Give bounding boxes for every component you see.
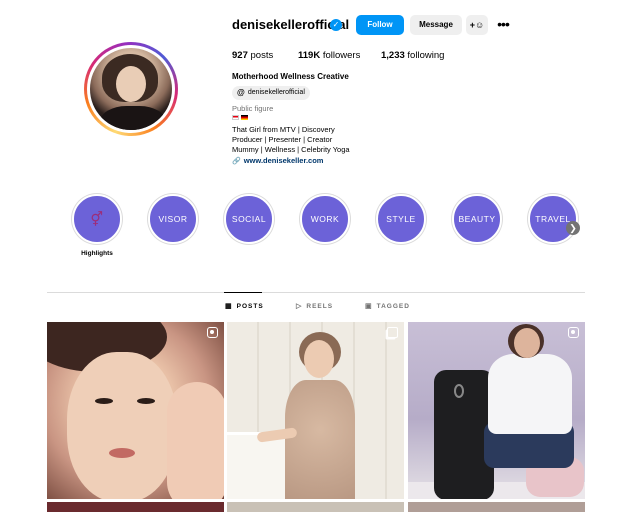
- website-url: www.denisekeller.com: [243, 156, 324, 165]
- story-highlights: ⚥ Highlights VISOR SOCIAL WORK STYLE BEA…: [70, 194, 590, 264]
- post-image-detail: [67, 352, 177, 499]
- post-image-detail: [167, 382, 224, 499]
- highlight-label: Highlights: [81, 250, 113, 257]
- post-image-detail: [137, 398, 155, 404]
- add-user-button[interactable]: +☺: [466, 15, 488, 35]
- post-image-detail: [109, 448, 135, 458]
- posts-count-stat: 927 posts: [232, 50, 292, 61]
- reels-icon: ▷: [296, 303, 303, 310]
- tab-label: TAGGED: [376, 302, 410, 310]
- following-count-stat[interactable]: 1,233 following: [381, 50, 461, 61]
- more-options-icon[interactable]: •••: [494, 15, 512, 35]
- message-button[interactable]: Message: [410, 15, 462, 35]
- highlight-highlights[interactable]: ⚥ Highlights: [70, 194, 124, 257]
- threads-icon: @: [237, 88, 245, 97]
- bio-line: Mummy | Wellness | Celebrity Yoga: [232, 145, 350, 154]
- yoga-figure-icon: ⚥: [90, 211, 104, 227]
- avatar-body: [100, 106, 166, 130]
- threads-link-chip[interactable]: @ denisekellerofficial: [232, 86, 310, 100]
- chevron-right-icon[interactable]: ❯: [566, 221, 580, 235]
- highlight-circle: BEAUTY: [452, 194, 502, 244]
- follow-button[interactable]: Follow: [356, 15, 404, 35]
- profile-tabs: ▦ POSTS ▷ REELS ▣ TAGGED: [47, 302, 585, 314]
- post-image-detail: [304, 340, 334, 378]
- indonesia-flag-icon: [232, 115, 239, 120]
- followers-label: followers: [322, 50, 361, 61]
- germany-flag-icon: [241, 115, 248, 120]
- post-thumbnail[interactable]: [47, 322, 224, 499]
- followers-count-stat[interactable]: 119K followers: [298, 50, 378, 61]
- following-count: 1,233: [381, 50, 405, 61]
- highlight-circle: TRAVEL: [528, 194, 578, 244]
- profile-category: Public figure: [232, 104, 274, 113]
- posts-grid: [47, 322, 585, 512]
- highlight-work[interactable]: WORK: [298, 194, 352, 244]
- tabs-divider: [47, 292, 585, 293]
- tab-reels[interactable]: ▷ REELS: [296, 302, 334, 311]
- reel-icon: [207, 327, 218, 338]
- post-image-detail: [285, 380, 355, 499]
- active-tab-indicator: [224, 292, 262, 293]
- bio-line: Producer | Presenter | Creator: [232, 135, 333, 144]
- website-link[interactable]: 🔗 www.denisekeller.com: [232, 156, 323, 165]
- grid-icon: ▦: [225, 303, 233, 310]
- bio-line: That Girl from MTV | Discovery: [232, 125, 335, 134]
- tab-posts[interactable]: ▦ POSTS: [225, 302, 264, 311]
- tab-label: POSTS: [236, 302, 264, 310]
- highlight-visor[interactable]: VISOR: [146, 194, 200, 244]
- reel-icon: [568, 327, 579, 338]
- profile-full-name: Motherhood Wellness Creative: [232, 72, 349, 81]
- followers-count: 119K: [298, 50, 321, 61]
- threads-handle: denisekellerofficial: [247, 89, 305, 96]
- post-thumbnail[interactable]: [408, 322, 585, 499]
- carousel-icon: [387, 327, 398, 338]
- following-label: following: [407, 50, 445, 61]
- highlight-circle: VISOR: [148, 194, 198, 244]
- verified-badge-icon: ✓: [330, 19, 342, 31]
- posts-count: 927: [232, 50, 248, 61]
- posts-label: posts: [250, 50, 274, 61]
- post-thumbnail[interactable]: [227, 322, 404, 499]
- profile-avatar-ring[interactable]: [84, 42, 178, 136]
- highlight-circle: WORK: [300, 194, 350, 244]
- post-image-detail: [227, 432, 287, 499]
- link-icon: 🔗: [232, 157, 241, 165]
- tab-tagged[interactable]: ▣ TAGGED: [365, 302, 410, 311]
- profile-bio: That Girl from MTV | Discovery Producer …: [232, 125, 392, 155]
- post-thumbnail[interactable]: [47, 502, 224, 512]
- post-thumbnail[interactable]: [227, 502, 404, 512]
- tagged-icon: ▣: [365, 303, 373, 310]
- post-image-detail: [488, 354, 572, 434]
- highlight-travel[interactable]: TRAVEL: [526, 194, 580, 244]
- avatar: [90, 48, 172, 130]
- highlight-style[interactable]: STYLE: [374, 194, 428, 244]
- highlight-circle: SOCIAL: [224, 194, 274, 244]
- highlight-beauty[interactable]: BEAUTY: [450, 194, 504, 244]
- post-thumbnail[interactable]: [408, 502, 585, 512]
- tab-label: REELS: [306, 302, 334, 310]
- post-image-detail: [514, 328, 540, 358]
- post-image-detail: [454, 384, 464, 398]
- avatar-frame: [87, 45, 175, 133]
- highlight-social[interactable]: SOCIAL: [222, 194, 276, 244]
- highlight-circle: ⚥: [72, 194, 122, 244]
- avatar-face: [116, 66, 146, 102]
- add-user-icon: +☺: [469, 20, 485, 30]
- post-image-detail: [95, 398, 113, 404]
- highlight-circle: STYLE: [376, 194, 426, 244]
- flag-emojis: [232, 115, 248, 120]
